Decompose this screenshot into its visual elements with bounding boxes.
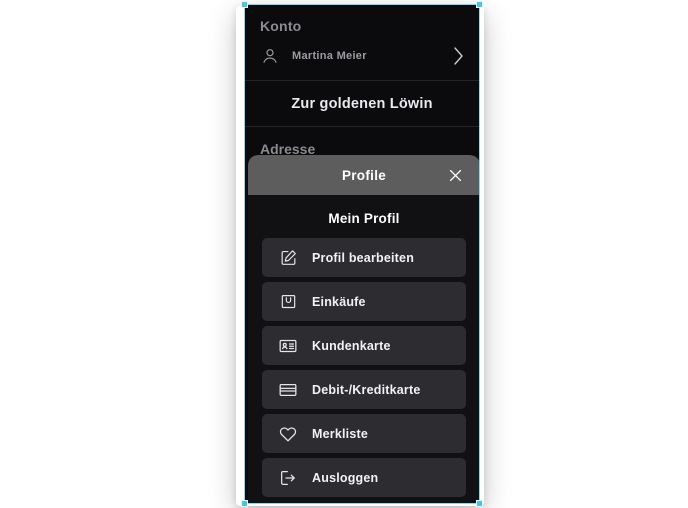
shopping-bag-icon: [278, 292, 298, 312]
menu-item-logout[interactable]: Ausloggen: [262, 458, 466, 497]
menu-item-label: Debit-/Kreditkarte: [312, 382, 421, 397]
person-icon: [260, 46, 280, 66]
account-user-row[interactable]: Martina Meier: [244, 38, 480, 81]
chevron-right-icon: [450, 44, 466, 68]
menu-item-label: Einkäufe: [312, 294, 366, 309]
account-user-name: Martina Meier: [292, 50, 367, 62]
heart-icon: [278, 424, 298, 444]
screenshot-canvas: Konto Martina Meier Zur goldenen Löwin A…: [0, 0, 688, 508]
profile-modal: Profile Mein Profil Profil bearbeiten Ei…: [248, 155, 480, 504]
account-section-title: Konto: [260, 18, 302, 34]
profile-modal-body: Mein Profil Profil bearbeiten Einkäufe K…: [248, 195, 480, 504]
edit-square-pencil-icon: [278, 248, 298, 268]
menu-item-purchases[interactable]: Einkäufe: [262, 282, 466, 321]
address-section-title: Adresse: [260, 141, 316, 157]
profile-body-title: Mein Profil: [328, 211, 400, 226]
menu-item-label: Merkliste: [312, 426, 368, 441]
logout-icon: [278, 468, 298, 488]
close-icon[interactable]: [444, 164, 466, 186]
profile-modal-header: Profile: [248, 155, 480, 195]
menu-item-edit-profile[interactable]: Profil bearbeiten: [262, 238, 466, 277]
menu-item-payment-card[interactable]: Debit-/Kreditkarte: [262, 370, 466, 409]
id-card-icon: [278, 336, 298, 356]
menu-item-label: Ausloggen: [312, 470, 379, 485]
profile-modal-title: Profile: [341, 167, 387, 183]
credit-card-icon: [278, 380, 298, 400]
menu-item-label: Profil bearbeiten: [312, 250, 415, 265]
mobile-app-panel: Konto Martina Meier Zur goldenen Löwin A…: [244, 4, 480, 504]
store-link-row[interactable]: Zur goldenen Löwin: [244, 81, 480, 127]
menu-item-label: Kundenkarte: [312, 338, 391, 353]
menu-item-loyalty-card[interactable]: Kundenkarte: [262, 326, 466, 365]
menu-item-wishlist[interactable]: Merkliste: [262, 414, 466, 453]
